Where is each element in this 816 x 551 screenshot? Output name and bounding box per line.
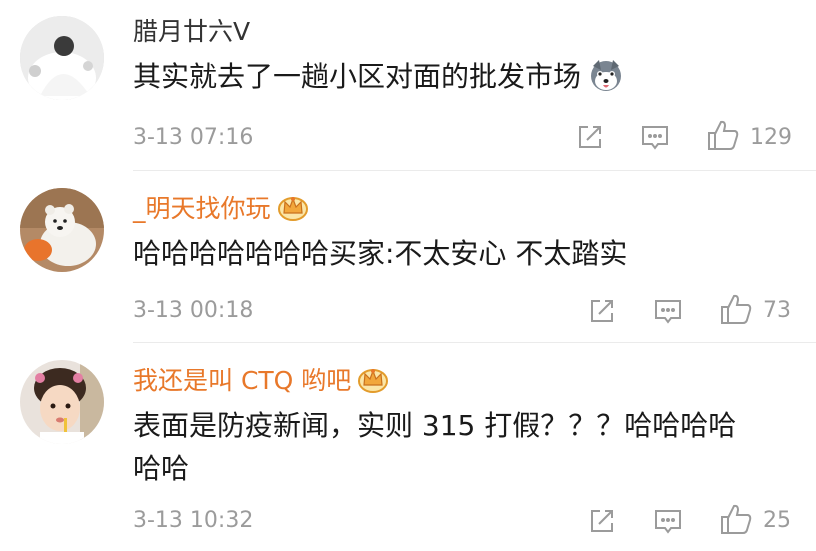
username-text: 我还是叫 CTQ 哟吧	[133, 366, 352, 395]
comment-text: 哈哈哈哈哈哈哈买家:不太安心 不太踏实	[133, 237, 628, 270]
comment-text-content: 其实就去了一趟小区对面的批发市场	[133, 60, 582, 93]
share-icon[interactable]	[587, 506, 617, 540]
vip-crown-icon	[277, 193, 309, 228]
comment-item-1: 腊月廿六V 其实就去了一趟小区对面的批发市场 3-13 07:16 129	[0, 0, 816, 170]
like-count: 25	[763, 508, 791, 533]
timestamp: 3-13 00:18	[133, 298, 254, 323]
avatar[interactable]	[20, 16, 104, 100]
comment-icon[interactable]	[653, 296, 683, 330]
comment-item-3: 我还是叫 CTQ 哟吧 表面是防疫新闻，实则 315 打假？？？哈哈哈哈 哈哈 …	[0, 343, 816, 551]
avatar[interactable]	[20, 360, 104, 444]
username[interactable]: _明天找你玩	[133, 193, 309, 228]
comment-text: 其实就去了一趟小区对面的批发市场	[133, 57, 623, 103]
vip-crown-icon	[357, 365, 389, 400]
like-icon[interactable]	[719, 292, 753, 330]
comment-icon[interactable]	[653, 506, 683, 540]
timestamp: 3-13 07:16	[133, 125, 254, 150]
timestamp: 3-13 10:32	[133, 508, 254, 533]
comment-icon[interactable]	[640, 122, 670, 156]
like-icon[interactable]	[706, 118, 740, 156]
username-text: _明天找你玩	[133, 194, 271, 223]
comment-text-line-2: 哈哈	[133, 452, 190, 485]
husky-face-emoji	[589, 58, 623, 103]
username[interactable]: 我还是叫 CTQ 哟吧	[133, 365, 389, 400]
like-count: 73	[763, 298, 791, 323]
username[interactable]: 腊月廿六V	[133, 17, 250, 47]
comment-text-line-1: 表面是防疫新闻，实则 315 打假？？？哈哈哈哈	[133, 409, 737, 442]
comment-item-2: _明天找你玩 哈哈哈哈哈哈哈买家:不太安心 不太踏实 3-13 00:18 73	[0, 171, 816, 342]
avatar[interactable]	[20, 188, 104, 272]
like-icon[interactable]	[719, 502, 753, 540]
like-count: 129	[750, 125, 792, 150]
share-icon[interactable]	[575, 122, 605, 156]
share-icon[interactable]	[587, 296, 617, 330]
